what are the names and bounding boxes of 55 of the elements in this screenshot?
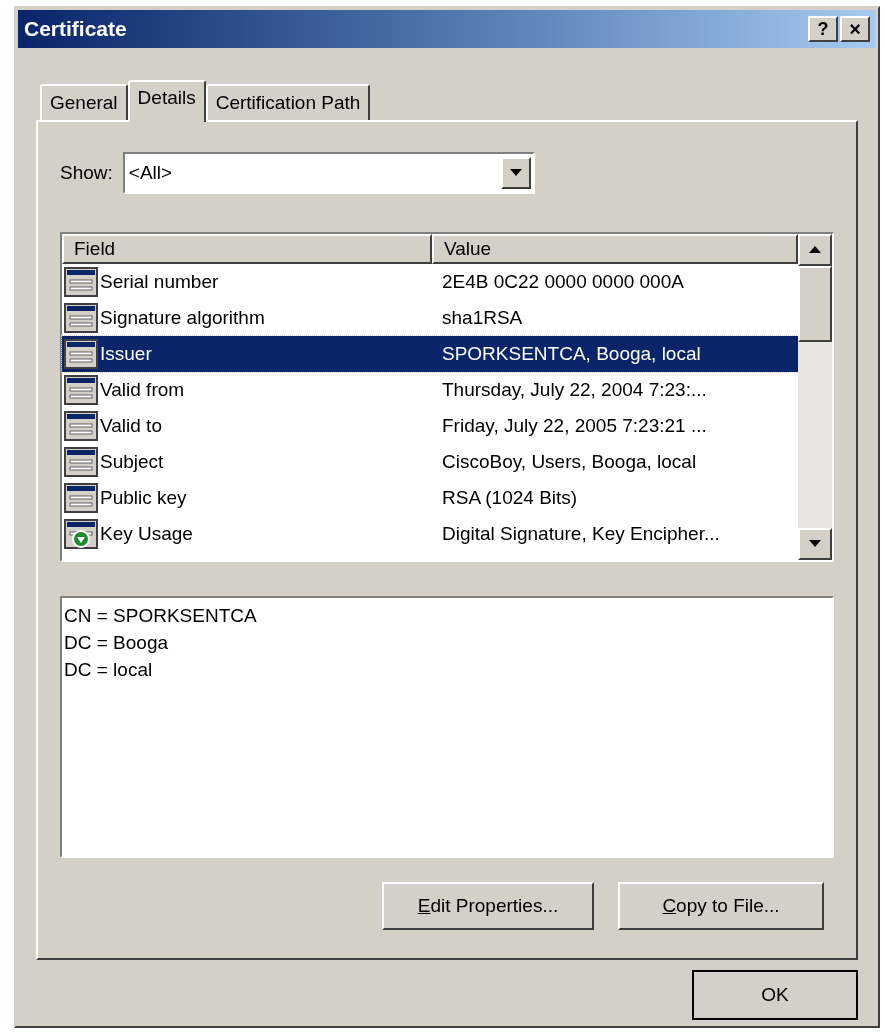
scroll-down-button[interactable] [798,528,832,560]
details-line: DC = Booga [64,631,170,655]
field-name: Key Usage [100,521,193,546]
details-box[interactable]: CN = SPORKSENTCA DC = Booga DC = local [60,596,834,858]
list-row[interactable]: Valid to Friday, July 22, 2005 7:23:21 ... [62,408,798,444]
tab[interactable]: Details [127,80,206,122]
certificate-field-icon [64,375,98,405]
details-line: DC = local [64,658,154,682]
field-value: Friday, July 22, 2005 7:23:21 ... [441,413,707,438]
column-header[interactable]: Field [62,234,432,264]
certificate-field-icon [64,339,98,369]
scrollbar[interactable] [798,234,832,560]
tab[interactable]: Certification Path [205,84,371,120]
show-label: Show: [60,160,113,185]
list-row[interactable]: Subject CiscoBoy, Users, Booga, local [62,444,798,480]
field-value: 2E4B 0C22 0000 0000 000A [441,269,684,294]
field-name: Valid to [100,413,162,438]
up-arrow-icon [809,246,821,254]
field-value: sha1RSA [441,305,523,330]
action-button[interactable]: Edit Properties... [382,882,594,930]
show-dropdown[interactable]: <All> [122,152,535,194]
list-row[interactable]: Serial number 2E4B 0C22 0000 0000 000A [62,264,798,300]
scroll-thumb[interactable] [798,266,832,342]
list-row[interactable]: Valid from Thursday, July 22, 2004 7:23:... [62,372,798,408]
action-button[interactable]: Copy to File... [618,882,824,930]
field-name: Signature algorithm [100,305,265,330]
list-row[interactable]: Public key RSA (1024 Bits) [62,480,798,516]
certificate-field-icon [64,411,98,441]
column-header[interactable]: Value [432,234,798,264]
window-title: Certificate [24,16,127,43]
field-value: CiscoBoy, Users, Booga, local [441,449,697,474]
field-name: Valid from [100,377,185,402]
certificate-extension-icon [64,519,98,549]
field-name: Public key [100,485,187,510]
field-name: Serial number [100,269,219,294]
field-value: Thursday, July 22, 2004 7:23:... [441,377,707,402]
field-name: Issuer [100,341,152,366]
certificate-field-icon [64,447,98,477]
list-row[interactable]: Key Usage Digital Signature, Key Encipher... [62,516,798,552]
tab[interactable]: General [40,84,128,120]
certificate-field-icon [64,267,98,297]
list-row[interactable]: Signature algorithm sha1RSA [62,300,798,336]
down-arrow-icon [809,540,821,548]
field-name: Subject [100,449,164,474]
certificate-field-icon [64,303,98,333]
details-line: CN = SPORKSENTCA [64,604,258,628]
help-button[interactable]: ? [808,16,838,42]
list-row[interactable]: Issuer SPORKSENTCA, Booga, local [62,336,798,372]
ok-button[interactable]: OK [692,970,858,1020]
close-button[interactable]: × [840,16,870,42]
field-value: SPORKSENTCA, Booga, local [441,341,701,366]
certificate-field-icon [64,483,98,513]
field-value: RSA (1024 Bits) [441,485,578,510]
scroll-up-button[interactable] [798,234,832,266]
field-value: Digital Signature, Key Encipher... [441,521,720,546]
